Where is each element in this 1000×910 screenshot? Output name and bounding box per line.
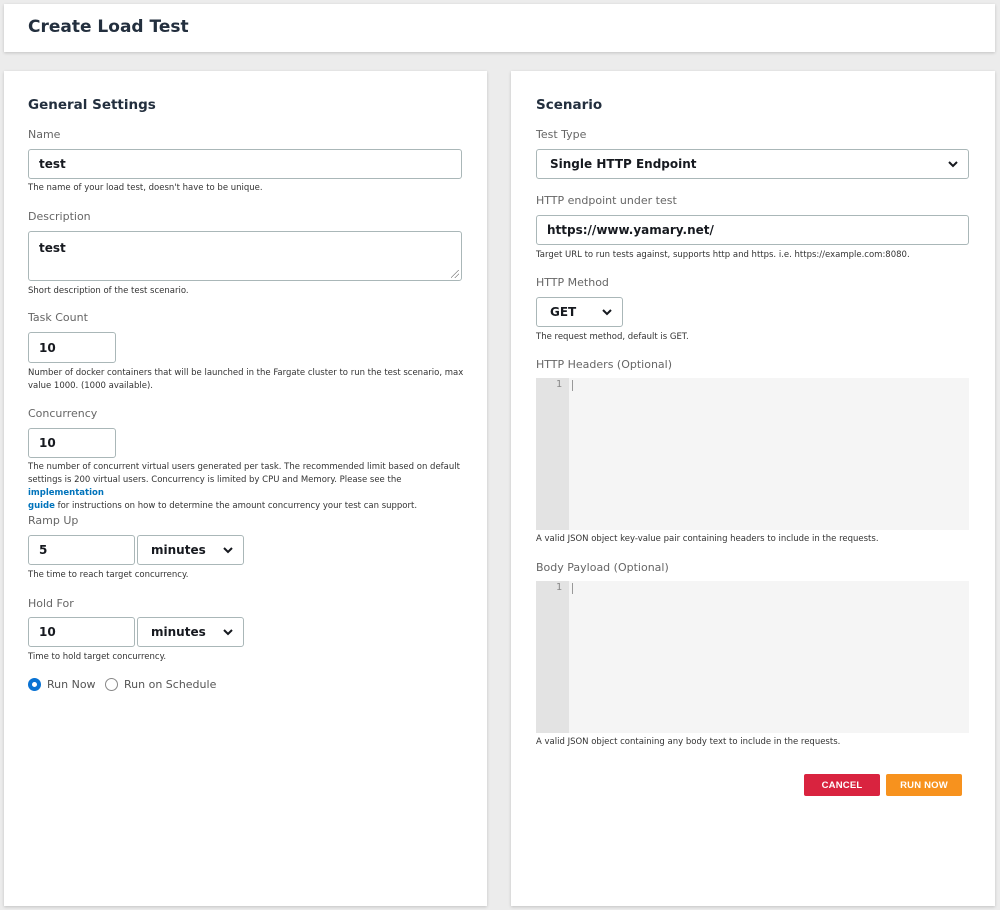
run-now-button[interactable]: RUN NOW bbox=[886, 774, 962, 796]
task-count-help-line2: value 1000. (1000 available). bbox=[28, 381, 153, 391]
body-help: A valid JSON object containing any body … bbox=[536, 737, 841, 747]
description-value: test bbox=[39, 241, 66, 255]
headers-help: A valid JSON object key-value pair conta… bbox=[536, 534, 879, 544]
resize-handle-icon[interactable] bbox=[451, 270, 459, 278]
concurrency-help-line1: The number of concurrent virtual users g… bbox=[28, 462, 460, 472]
ramp-up-help: The time to reach target concurrency. bbox=[28, 570, 189, 580]
endpoint-input[interactable]: https://www.yamary.net/ bbox=[536, 215, 969, 245]
concurrency-help-line3-text: for instructions on how to determine the… bbox=[54, 501, 418, 511]
ramp-up-unit-value: minutes bbox=[151, 543, 206, 557]
scenario-title: Scenario bbox=[536, 97, 603, 113]
description-textarea[interactable]: test bbox=[28, 231, 462, 281]
test-type-value: Single HTTP Endpoint bbox=[550, 157, 697, 171]
concurrency-input[interactable]: 10 bbox=[28, 428, 116, 458]
headers-label: HTTP Headers (Optional) bbox=[536, 358, 673, 371]
general-settings-panel: General Settings Name test The name of y… bbox=[4, 71, 487, 906]
concurrency-help-line3: guide for instructions on how to determi… bbox=[28, 500, 473, 513]
headers-editor-cursor bbox=[572, 380, 573, 391]
task-count-input[interactable]: 10 bbox=[28, 332, 116, 363]
name-label: Name bbox=[28, 128, 61, 141]
concurrency-help-line2-text: settings is 200 virtual users. Concurren… bbox=[28, 475, 402, 485]
chevron-down-icon bbox=[948, 161, 958, 168]
page-header: Create Load Test bbox=[4, 4, 995, 52]
concurrency-label: Concurrency bbox=[28, 407, 98, 420]
chevron-down-icon bbox=[602, 309, 612, 316]
body-label: Body Payload (Optional) bbox=[536, 561, 669, 574]
chevron-down-icon bbox=[223, 547, 233, 554]
implementation-guide-link-part2[interactable]: guide bbox=[28, 501, 55, 511]
test-type-label: Test Type bbox=[536, 128, 587, 141]
http-method-select[interactable]: GET bbox=[536, 297, 623, 327]
scenario-panel: Scenario Test Type Single HTTP Endpoint … bbox=[511, 71, 995, 906]
headers-editor[interactable]: 1 bbox=[536, 378, 969, 530]
hold-for-input[interactable]: 10 bbox=[28, 617, 135, 647]
body-editor-gutter bbox=[536, 581, 569, 733]
chevron-down-icon bbox=[223, 629, 233, 636]
http-method-value: GET bbox=[550, 305, 577, 319]
hold-for-unit-select[interactable]: minutes bbox=[137, 617, 244, 647]
name-input[interactable]: test bbox=[28, 149, 462, 179]
hold-for-help: Time to hold target concurrency. bbox=[28, 652, 167, 662]
body-line-number: 1 bbox=[555, 582, 562, 593]
description-help: Short description of the test scenario. bbox=[28, 286, 189, 296]
task-count-help-line1: Number of docker containers that will be… bbox=[28, 368, 464, 378]
run-now-radio-option[interactable]: Run Now bbox=[28, 678, 96, 691]
headers-line-number: 1 bbox=[555, 379, 562, 390]
hold-for-unit-value: minutes bbox=[151, 625, 206, 639]
task-count-label: Task Count bbox=[28, 311, 88, 324]
run-now-label: Run Now bbox=[47, 678, 96, 691]
general-settings-title: General Settings bbox=[28, 97, 156, 113]
http-method-label: HTTP Method bbox=[536, 276, 609, 289]
ramp-up-input[interactable]: 5 bbox=[28, 535, 135, 565]
test-type-select[interactable]: Single HTTP Endpoint bbox=[536, 149, 969, 179]
concurrency-help-line2: settings is 200 virtual users. Concurren… bbox=[28, 474, 473, 500]
body-editor[interactable]: 1 bbox=[536, 581, 969, 733]
task-count-help: Number of docker containers that will be… bbox=[28, 367, 468, 393]
http-method-help: The request method, default is GET. bbox=[536, 332, 689, 342]
description-label: Description bbox=[28, 210, 91, 223]
run-on-schedule-radio-option[interactable]: Run on Schedule bbox=[105, 678, 216, 691]
run-now-radio[interactable] bbox=[28, 678, 41, 691]
hold-for-label: Hold For bbox=[28, 597, 74, 610]
ramp-up-label: Ramp Up bbox=[28, 514, 79, 527]
body-editor-cursor bbox=[572, 583, 573, 594]
implementation-guide-link-part1[interactable]: implementation bbox=[28, 488, 104, 498]
run-on-schedule-label: Run on Schedule bbox=[124, 678, 217, 691]
ramp-up-unit-select[interactable]: minutes bbox=[137, 535, 244, 565]
endpoint-help: Target URL to run tests against, support… bbox=[536, 250, 910, 260]
run-on-schedule-radio[interactable] bbox=[105, 678, 118, 691]
concurrency-help: The number of concurrent virtual users g… bbox=[28, 461, 473, 513]
cancel-button[interactable]: CANCEL bbox=[804, 774, 880, 796]
page-title: Create Load Test bbox=[28, 17, 189, 37]
name-help: The name of your load test, doesn't have… bbox=[28, 183, 263, 193]
headers-editor-gutter bbox=[536, 378, 569, 530]
endpoint-label: HTTP endpoint under test bbox=[536, 194, 677, 207]
